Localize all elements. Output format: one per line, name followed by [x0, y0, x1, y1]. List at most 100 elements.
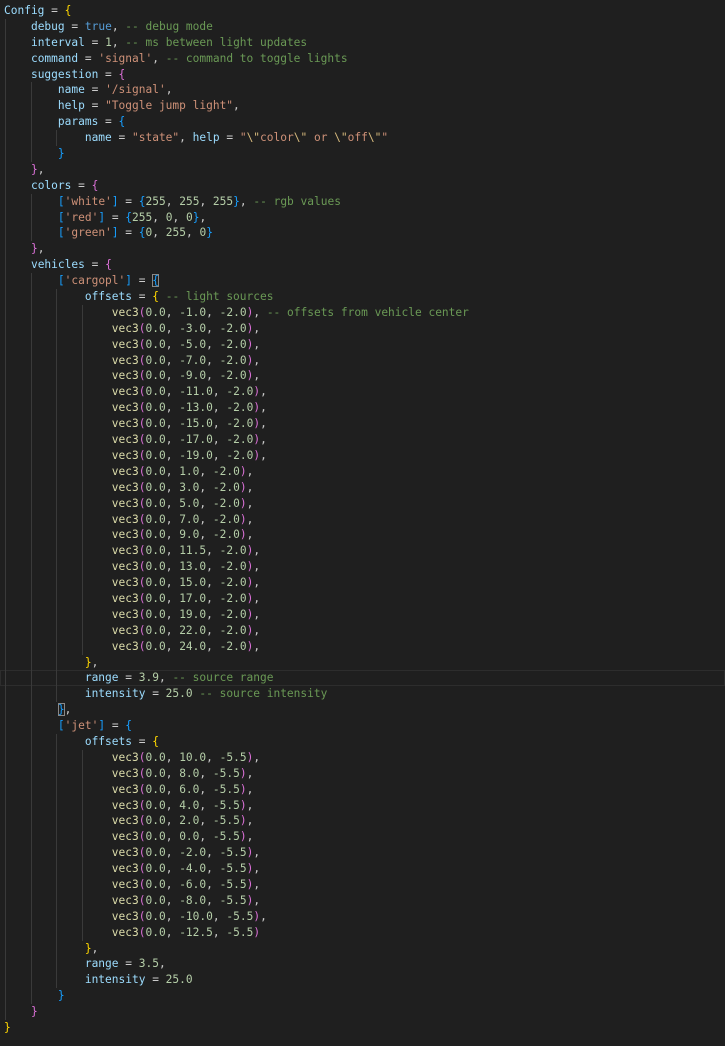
code-number: 6.0 — [179, 782, 200, 796]
indent-guide — [56, 479, 57, 496]
code-line[interactable]: vec3(0.0, -5.0, -2.0), — [0, 336, 725, 353]
code-line[interactable]: vec3(0.0, -8.0, -5.5), — [0, 892, 725, 909]
code-line[interactable]: }, — [0, 940, 725, 957]
code-line[interactable]: suggestion = { — [0, 66, 725, 83]
code-line[interactable]: vec3(0.0, -4.0, -5.5), — [0, 861, 725, 877]
code-line[interactable]: }, — [0, 702, 725, 719]
indent-guide — [5, 495, 6, 512]
indent-guide — [5, 177, 6, 194]
current-code-line[interactable]: range = 3.9, -- source range — [0, 670, 725, 687]
code-line[interactable]: ['cargopl'] = { — [0, 273, 725, 290]
code-line[interactable]: vec3(0.0, -10.0, -5.5), — [0, 908, 725, 925]
code-line[interactable]: vec3(0.0, 7.0, -2.0), — [0, 511, 725, 528]
code-line[interactable]: vec3(0.0, 4.0, -5.5), — [0, 797, 725, 814]
code-line[interactable]: ['white'] = {255, 255, 255}, -- rgb valu… — [0, 193, 725, 210]
code-line[interactable]: vec3(0.0, 11.5, -2.0), — [0, 543, 725, 560]
code-punctuation: , — [165, 782, 180, 796]
code-function: vec3 — [111, 496, 139, 510]
code-line[interactable]: vehicles = { — [0, 257, 725, 274]
code-number: -2.0 — [212, 480, 240, 494]
code-line[interactable]: vec3(0.0, 1.0, -2.0), — [0, 463, 725, 480]
code-line[interactable]: params = { — [0, 114, 725, 131]
code-punctuation: , — [239, 194, 254, 208]
code-line[interactable]: vec3(0.0, 13.0, -2.0), — [0, 559, 725, 576]
code-punctuation: , — [199, 480, 213, 494]
code-line[interactable]: ['jet'] = { — [0, 718, 725, 734]
code-line[interactable]: ['red'] = {255, 0, 0}, — [0, 209, 725, 226]
code-line[interactable]: vec3(0.0, 15.0, -2.0), — [0, 575, 725, 591]
code-punctuation: = — [131, 290, 153, 304]
indent-guide — [5, 924, 6, 941]
code-line[interactable]: vec3(0.0, -9.0, -2.0), — [0, 368, 725, 385]
code-line[interactable]: help = "Toggle jump light", — [0, 98, 725, 115]
code-line[interactable]: } — [0, 146, 725, 162]
code-line[interactable]: debug = true, -- debug mode — [0, 18, 725, 35]
code-line[interactable]: Config = { — [0, 3, 725, 19]
code-number: 7.0 — [179, 512, 200, 526]
code-line[interactable]: name = '/signal', — [0, 82, 725, 99]
code-line[interactable]: range = 3.5, — [0, 956, 725, 973]
indent-guide — [81, 575, 83, 591]
code-line[interactable]: }, — [0, 161, 725, 178]
indent-guide — [30, 352, 32, 369]
indent-guide — [5, 718, 6, 734]
code-line[interactable]: vec3(0.0, -2.0, -5.5), — [0, 845, 725, 862]
code-line[interactable]: offsets = { -- light sources — [0, 289, 725, 305]
code-line[interactable]: }, — [0, 654, 725, 671]
code-line[interactable]: vec3(0.0, 10.0, -5.5), — [0, 749, 725, 766]
code-line[interactable]: intensity = 25.0 — [0, 972, 725, 989]
code-function: vec3 — [111, 925, 139, 939]
indent-guide — [5, 400, 6, 417]
code-number: -2.0 — [212, 464, 240, 478]
code-punctuation: , — [165, 830, 180, 844]
code-line[interactable]: vec3(0.0, 19.0, -2.0), — [0, 606, 725, 623]
code-number: 0.0 — [145, 877, 166, 891]
code-editor[interactable]: Config = { debug = true, -- debug mode i… — [0, 0, 725, 1046]
code-identifier: offsets — [84, 290, 132, 304]
code-punctuation: , — [260, 433, 267, 447]
code-line[interactable]: vec3(0.0, 6.0, -5.5), — [0, 781, 725, 798]
code-bracket: { — [152, 734, 159, 748]
code-line[interactable]: vec3(0.0, -19.0, -2.0), — [0, 447, 725, 464]
code-line[interactable]: ['green'] = {0, 255, 0} — [0, 225, 725, 242]
code-line[interactable]: vec3(0.0, 17.0, -2.0), — [0, 590, 725, 607]
code-punctuation: , — [179, 131, 193, 145]
code-line[interactable]: vec3(0.0, -15.0, -2.0), — [0, 416, 725, 433]
code-line[interactable]: vec3(0.0, -3.0, -2.0), — [0, 320, 725, 337]
code-line[interactable]: vec3(0.0, -7.0, -2.0), — [0, 352, 725, 369]
code-line[interactable]: vec3(0.0, 9.0, -2.0), — [0, 527, 725, 544]
code-line[interactable]: colors = { — [0, 177, 725, 194]
code-line[interactable]: vec3(0.0, 8.0, -5.5), — [0, 765, 725, 782]
code-line[interactable]: }, — [0, 241, 725, 258]
code-line[interactable]: } — [0, 988, 725, 1005]
code-line[interactable]: vec3(0.0, 22.0, -2.0), — [0, 622, 725, 639]
code-line[interactable]: vec3(0.0, 5.0, -2.0), — [0, 495, 725, 512]
code-line[interactable]: interval = 1, -- ms between light update… — [0, 34, 725, 51]
code-line[interactable]: name = "state", help = "\"color\" or \"o… — [0, 130, 725, 147]
code-line[interactable]: vec3(0.0, -12.5, -5.5) — [0, 924, 725, 941]
code-line[interactable]: command = 'signal', -- command to toggle… — [0, 50, 725, 67]
code-line[interactable]: vec3(0.0, -17.0, -2.0), — [0, 432, 725, 448]
code-punctuation: , — [206, 576, 220, 590]
code-punctuation: , — [165, 909, 180, 923]
code-number: -10.0 — [179, 909, 213, 923]
code-number: 0.0 — [145, 337, 166, 351]
indent-guide — [81, 479, 83, 496]
code-line[interactable]: intensity = 25.0 -- source intensity — [0, 686, 725, 703]
code-punctuation: , — [185, 226, 200, 240]
code-line[interactable]: offsets = { — [0, 733, 725, 750]
indent-guide — [5, 527, 6, 544]
code-line[interactable]: vec3(0.0, -11.0, -2.0), — [0, 384, 725, 401]
code-line[interactable]: vec3(0.0, 2.0, -5.5), — [0, 813, 725, 830]
code-number: 25.0 — [165, 687, 193, 701]
code-line[interactable]: vec3(0.0, 0.0, -5.5), — [0, 829, 725, 846]
code-line[interactable]: } — [0, 1004, 725, 1020]
code-line[interactable]: vec3(0.0, 3.0, -2.0), — [0, 479, 725, 496]
code-number: 4.0 — [179, 798, 200, 812]
code-line[interactable]: vec3(0.0, -13.0, -2.0), — [0, 400, 725, 417]
code-line[interactable]: vec3(0.0, -1.0, -2.0), -- offsets from v… — [0, 304, 725, 321]
code-string: 'cargopl' — [64, 274, 126, 288]
code-line[interactable]: vec3(0.0, -6.0, -5.5), — [0, 876, 725, 893]
code-line[interactable]: vec3(0.0, 24.0, -2.0), — [0, 638, 725, 655]
code-line[interactable]: } — [0, 1020, 725, 1036]
